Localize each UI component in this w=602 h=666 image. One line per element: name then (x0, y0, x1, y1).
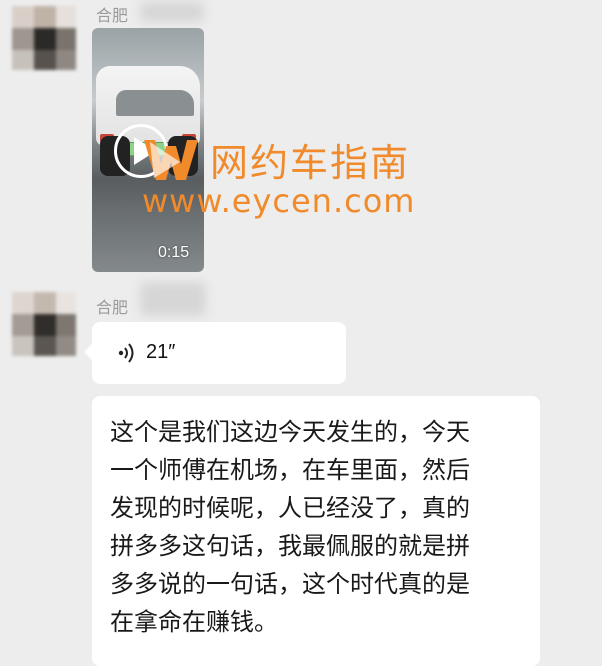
avatar[interactable] (12, 292, 76, 356)
message-line: 拼多多这句话，我最佩服的就是拼 (110, 532, 470, 560)
avatar[interactable] (12, 6, 76, 70)
w-logo-icon (144, 140, 198, 180)
text-message[interactable]: 这个是我们这边今天发生的，今天 一个师傅在机场，在车里面，然后 发现的时候呢，人… (92, 396, 540, 666)
message-line: 这个是我们这边今天发生的，今天 (110, 418, 470, 446)
video-duration: 0:15 (158, 244, 190, 261)
sender-name: 合肥 (96, 6, 129, 25)
watermark-url: www.eycen.com (142, 182, 416, 220)
voice-duration: 21″ (146, 341, 176, 363)
message-line: 发现的时候呢，人已经没了，真的 (110, 494, 470, 522)
voice-message[interactable]: 21″ (84, 322, 346, 384)
message-line: 一个师傅在机场，在车里面，然后 (110, 456, 470, 484)
blurred-name (140, 282, 206, 316)
message-line: 多多说的一句话，这个时代真的是 (110, 570, 470, 598)
message-line: 在拿命在赚钱。 (110, 608, 278, 636)
sender-name: 合肥 (96, 298, 129, 317)
blurred-name (140, 2, 204, 22)
watermark-title: 网约车指南 (210, 141, 411, 185)
voice-wave-icon (118, 343, 134, 363)
message-text: 这个是我们这边今天发生的，今天 一个师傅在机场，在车里面，然后 发现的时候呢，人… (110, 413, 530, 641)
